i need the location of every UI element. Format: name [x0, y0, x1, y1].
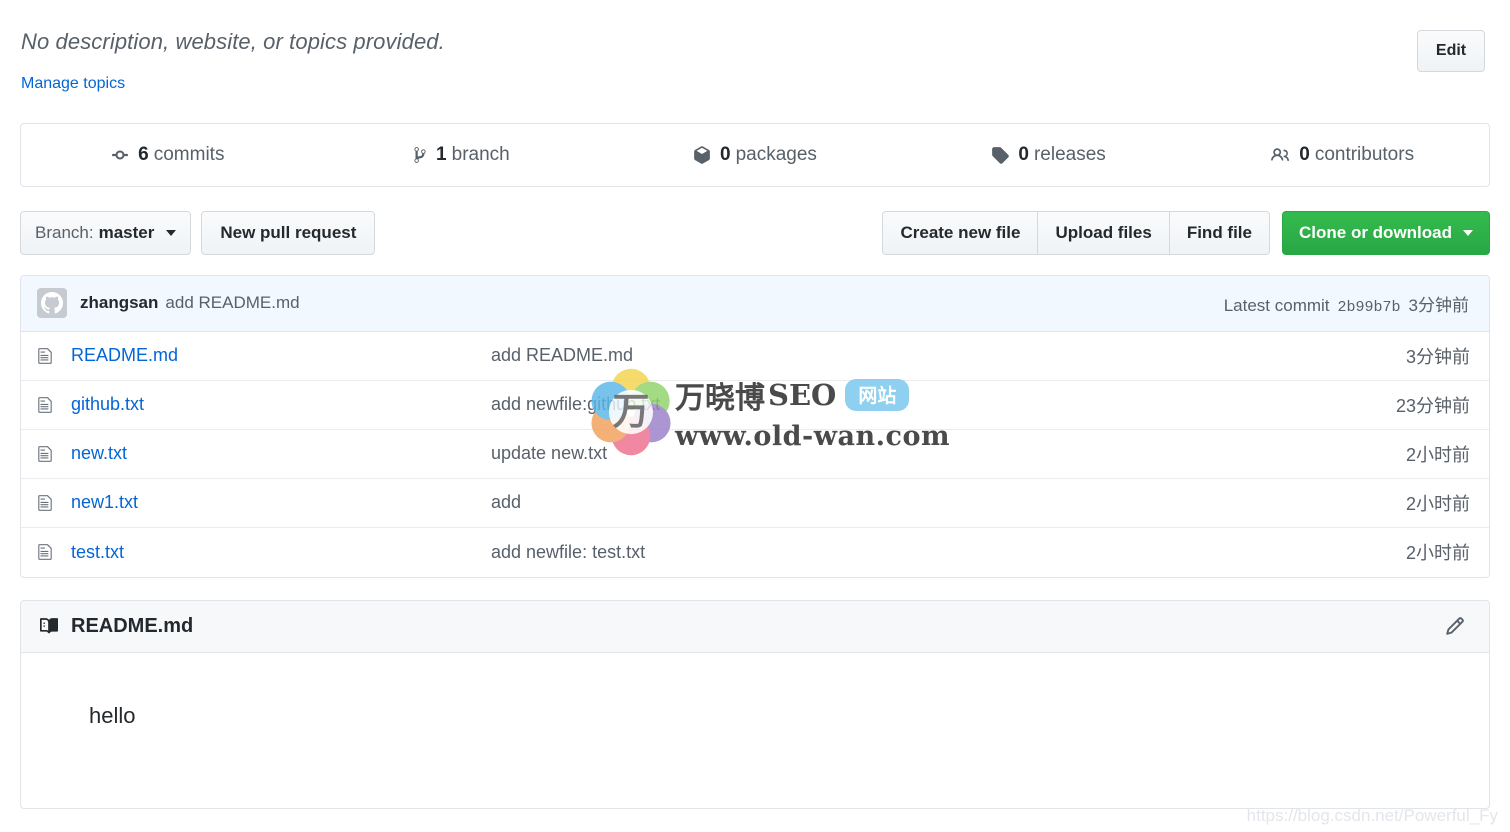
readme-content-text: hello — [89, 702, 136, 728]
file-name-link[interactable]: github.txt — [71, 394, 491, 415]
file-timestamp: 2小时前 — [1405, 444, 1470, 465]
latest-commit-info: Latest commit 2b99b7b 3分钟前 — [1224, 291, 1473, 316]
find-file-button[interactable]: Find file — [1168, 210, 1270, 255]
tag-icon — [991, 146, 1010, 164]
file-commit-message[interactable]: add newfile:github.txt — [491, 394, 1396, 415]
stat-branches-label: branch — [451, 143, 510, 165]
commit-time: 3分钟前 — [1408, 295, 1469, 315]
file-name-link[interactable]: test.txt — [71, 542, 491, 563]
package-icon — [693, 145, 711, 164]
table-row[interactable]: new.txt update new.txt 2小时前 — [21, 430, 1489, 479]
file-name-link[interactable]: README.md — [71, 345, 491, 366]
clone-or-download-label: Clone or download — [1299, 222, 1452, 242]
branch-icon — [413, 146, 427, 164]
commit-icon — [111, 146, 129, 164]
upload-files-button[interactable]: Upload files — [1037, 210, 1169, 255]
branch-prefix-label: Branch: — [35, 222, 94, 242]
file-commit-message[interactable]: update new.txt — [491, 443, 1406, 464]
manage-topics-link[interactable]: Manage topics — [21, 75, 125, 93]
stat-releases-count: 0 — [1018, 143, 1029, 165]
chevron-down-icon — [166, 229, 177, 236]
stat-releases[interactable]: 0 releases — [902, 144, 1196, 166]
file-list-container: zhangsan add README.md Latest commit 2b9… — [20, 274, 1490, 578]
stat-packages[interactable]: 0 packages — [608, 144, 902, 166]
stat-branches[interactable]: 1 branch — [315, 144, 609, 166]
file-name-link[interactable]: new1.txt — [71, 492, 491, 513]
branch-selector-button[interactable]: Branch: master — [20, 210, 192, 255]
commit-author-name[interactable]: zhangsan — [80, 293, 158, 313]
readme-header: README.md — [21, 600, 1489, 653]
new-pull-request-button[interactable]: New pull request — [201, 210, 376, 255]
file-icon — [37, 347, 59, 365]
file-commit-message[interactable]: add newfile: test.txt — [491, 542, 1406, 563]
file-icon — [37, 494, 59, 512]
table-row[interactable]: test.txt add newfile: test.txt 2小时前 — [21, 528, 1489, 577]
clone-or-download-button[interactable]: Clone or download — [1282, 210, 1490, 255]
repository-description: No description, website, or topics provi… — [21, 29, 445, 54]
latest-commit-label: Latest commit — [1223, 295, 1330, 315]
stat-commits-count: 6 — [138, 143, 149, 165]
file-commit-message[interactable]: add README.md — [491, 345, 1406, 366]
file-name-link[interactable]: new.txt — [71, 443, 491, 464]
csdn-watermark: https://blog.csdn.net/Powerful_Fy — [1246, 806, 1498, 825]
stat-packages-label: packages — [735, 143, 817, 165]
toolbar-left-group: Branch: master New pull request — [20, 210, 376, 255]
repository-toolbar: Branch: master New pull request Create n… — [20, 210, 1490, 255]
chevron-down-icon — [1463, 229, 1473, 236]
book-icon — [39, 617, 59, 635]
latest-commit-bar: zhangsan add README.md Latest commit 2b9… — [21, 275, 1489, 332]
readme-title: README.md — [71, 614, 194, 637]
stat-commits[interactable]: 6 commits — [21, 144, 315, 166]
stat-contributors[interactable]: 0 contributors — [1195, 144, 1489, 166]
stat-packages-count: 0 — [720, 143, 731, 165]
commit-hash[interactable]: 2b99b7b — [1338, 299, 1401, 316]
repository-page: No description, website, or topics provi… — [0, 0, 1510, 809]
branch-name-label: master — [98, 222, 155, 242]
stat-commits-label: commits — [153, 143, 225, 165]
file-icon — [37, 396, 59, 414]
file-timestamp: 3分钟前 — [1405, 346, 1470, 367]
edit-button[interactable]: Edit — [1417, 30, 1485, 72]
people-icon — [1270, 146, 1290, 164]
table-row[interactable]: README.md add README.md 3分钟前 — [21, 332, 1489, 381]
avatar — [37, 288, 67, 319]
readme-body: hello — [21, 653, 1489, 808]
toolbar-right-group: Create new file Upload files Find file C… — [882, 210, 1490, 255]
readme-container: README.md hello — [20, 599, 1490, 809]
file-icon — [37, 445, 59, 463]
file-timestamp: 2小时前 — [1405, 543, 1470, 564]
stat-releases-label: releases — [1033, 143, 1106, 165]
repository-meta-left: No description, website, or topics provi… — [20, 28, 1417, 93]
stat-contributors-label: contributors — [1314, 143, 1415, 165]
repository-meta-header: No description, website, or topics provi… — [20, 0, 1490, 93]
commit-message[interactable]: add README.md — [165, 293, 299, 313]
table-row[interactable]: github.txt add newfile:github.txt 23分钟前 — [21, 381, 1489, 430]
file-commit-message[interactable]: add — [491, 492, 1406, 513]
table-row[interactable]: new1.txt add 2小时前 — [21, 479, 1489, 528]
create-new-file-button[interactable]: Create new file — [882, 210, 1038, 255]
file-timestamp: 2小时前 — [1405, 493, 1470, 514]
pencil-icon[interactable] — [1445, 616, 1471, 636]
file-icon — [37, 543, 59, 561]
repository-stats-bar: 6 commits 1 branch 0 packages 0 releases — [20, 122, 1490, 187]
file-timestamp: 23分钟前 — [1395, 395, 1470, 416]
stat-contributors-count: 0 — [1299, 143, 1310, 165]
stat-branches-count: 1 — [436, 143, 447, 165]
file-action-button-group: Create new file Upload files Find file — [882, 210, 1270, 255]
